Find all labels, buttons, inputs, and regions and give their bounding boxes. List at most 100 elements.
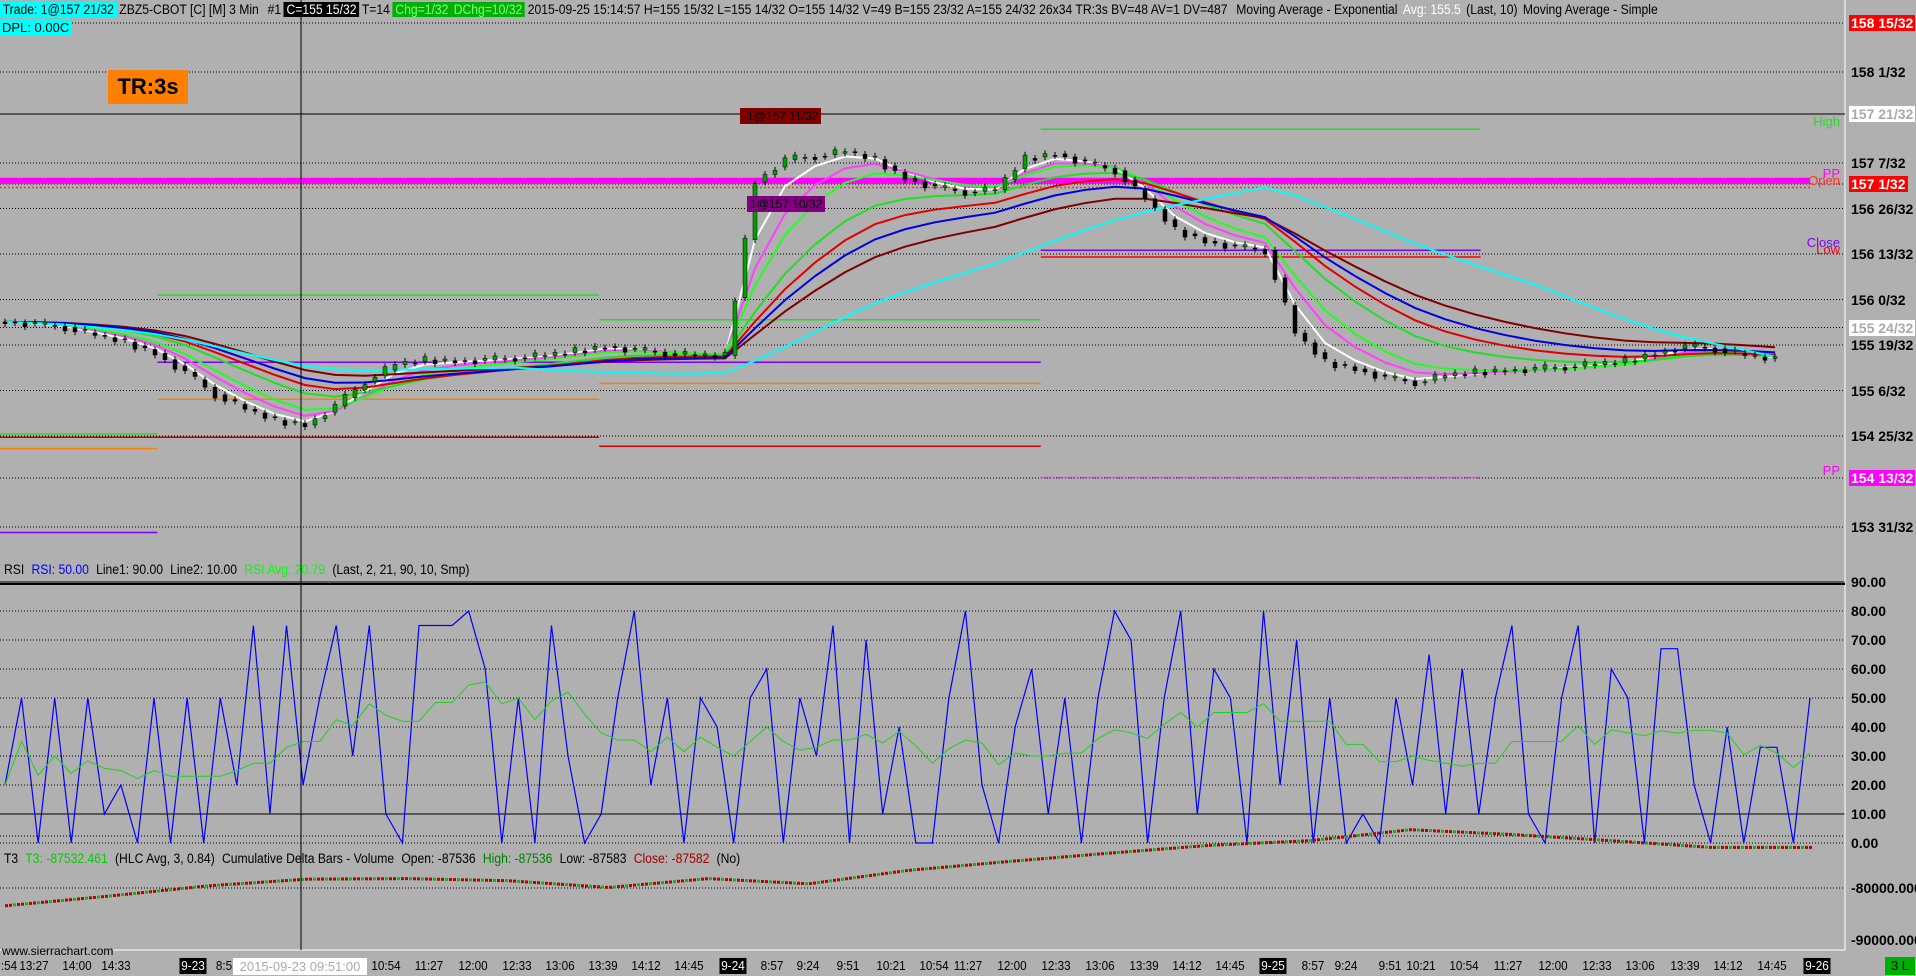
delta-bar: [397, 877, 400, 881]
delta-bar: [821, 880, 824, 884]
delta-bar: [661, 881, 664, 885]
delta-bar: [469, 878, 472, 882]
delta-bar: [1117, 850, 1120, 854]
candle-body: [1462, 374, 1468, 376]
delta-bar: [869, 873, 872, 877]
candle-body: [1662, 350, 1668, 354]
delta-bar: [777, 880, 780, 884]
delta-bar: [817, 881, 820, 885]
delta-bar: [985, 861, 988, 865]
price-axis-label: 158 1/32: [1851, 64, 1906, 81]
delta-bar: [829, 879, 832, 883]
delta-bar: [1509, 832, 1512, 836]
delta-bar: [1741, 845, 1744, 849]
delta-bar: [1101, 852, 1104, 856]
candle-body: [1742, 353, 1748, 356]
delta-bar: [921, 867, 924, 871]
delta-bar: [1641, 841, 1644, 845]
delta-bar: [17, 903, 20, 907]
candle-body: [162, 353, 168, 360]
time-axis-label: 14:45: [1757, 958, 1787, 973]
candle-body: [542, 355, 548, 357]
delta-bar: [105, 894, 108, 898]
delta-bar: [257, 880, 260, 884]
candle-body: [12, 321, 18, 324]
candle-body: [62, 326, 68, 332]
delta-bar: [1237, 842, 1240, 846]
candle-body: [1532, 367, 1538, 370]
delta-bar: [857, 875, 860, 879]
delta-bar: [269, 880, 272, 884]
candle-body: [1212, 241, 1218, 244]
delta-bar: [769, 880, 772, 884]
candle-body: [1682, 344, 1688, 350]
candle-body: [682, 351, 688, 355]
delta-bar: [109, 894, 112, 898]
delta-bar: [449, 878, 452, 882]
delta-bar: [221, 883, 224, 887]
candle-body: [482, 358, 488, 361]
level-label: PP: [1822, 462, 1840, 478]
rsi-axis-label: 70.00: [1851, 632, 1887, 648]
delta-bar: [13, 903, 16, 907]
candle-body: [872, 155, 878, 158]
candle-body: [112, 337, 118, 342]
delta-bar: [1401, 829, 1404, 833]
delta-bar: [321, 877, 324, 881]
candle-body: [1632, 360, 1638, 363]
delta-bar: [625, 884, 628, 888]
price-axis-label: 156 0/32: [1851, 291, 1906, 308]
time-axis-label: 9-23: [179, 958, 207, 974]
delta-bar: [913, 868, 916, 872]
trade-marker-buy[interactable]: 1@157 10/32: [747, 196, 826, 212]
time-axis-label: 11:27: [953, 958, 983, 973]
candle-body: [412, 362, 418, 365]
delta-bar: [125, 892, 128, 896]
status-indicator[interactable]: 3 L: [1885, 957, 1915, 975]
delta-bar: [261, 880, 264, 884]
delta-bar: [553, 882, 556, 886]
delta-bar: [1653, 842, 1656, 846]
delta-bar: [897, 870, 900, 874]
delta-bar: [421, 877, 424, 881]
candle-body: [172, 359, 178, 370]
delta-bar: [973, 863, 976, 867]
delta-bar: [937, 866, 940, 870]
moving-average-line: [4, 171, 1776, 398]
delta-bar: [1273, 840, 1276, 844]
delta-bar: [725, 878, 728, 882]
delta-bar: [453, 878, 456, 882]
delta-bar: [837, 878, 840, 882]
delta-bar: [1033, 857, 1036, 861]
rsi-axis-label: 0.00: [1851, 835, 1879, 851]
delta-bar: [589, 884, 592, 888]
candle-body: [1442, 375, 1448, 379]
delta-bar: [1325, 837, 1328, 841]
delta-bar: [1361, 833, 1364, 837]
candle-body: [1482, 372, 1488, 376]
delta-bar: [441, 877, 444, 881]
delta-bar: [25, 902, 28, 906]
delta-bar: [161, 889, 164, 893]
delta-bar: [649, 882, 652, 886]
delta-bar: [1633, 840, 1636, 844]
candle-body: [232, 399, 238, 402]
candle-body: [722, 351, 728, 356]
delta-bar: [1553, 835, 1556, 839]
cursor-time-tooltip: 2015-09-23 09:51:00: [233, 958, 367, 975]
delta-bar: [1665, 842, 1668, 846]
delta-bar: [49, 900, 52, 904]
delta-bar: [485, 878, 488, 882]
trade-marker-sell[interactable]: -1@157 11/32: [740, 108, 822, 124]
candle-body: [562, 353, 568, 356]
delta-bar: [789, 881, 792, 885]
delta-bar: [721, 877, 724, 881]
watermark: www.sierrachart.com: [2, 944, 114, 958]
candle-body: [1552, 367, 1558, 369]
delta-bar: [1769, 845, 1772, 849]
chart-canvas[interactable]: [0, 0, 1916, 976]
delta-bar: [1433, 829, 1436, 833]
delta-bar: [185, 886, 188, 890]
delta-bar: [953, 864, 956, 868]
candle-body: [762, 174, 768, 183]
